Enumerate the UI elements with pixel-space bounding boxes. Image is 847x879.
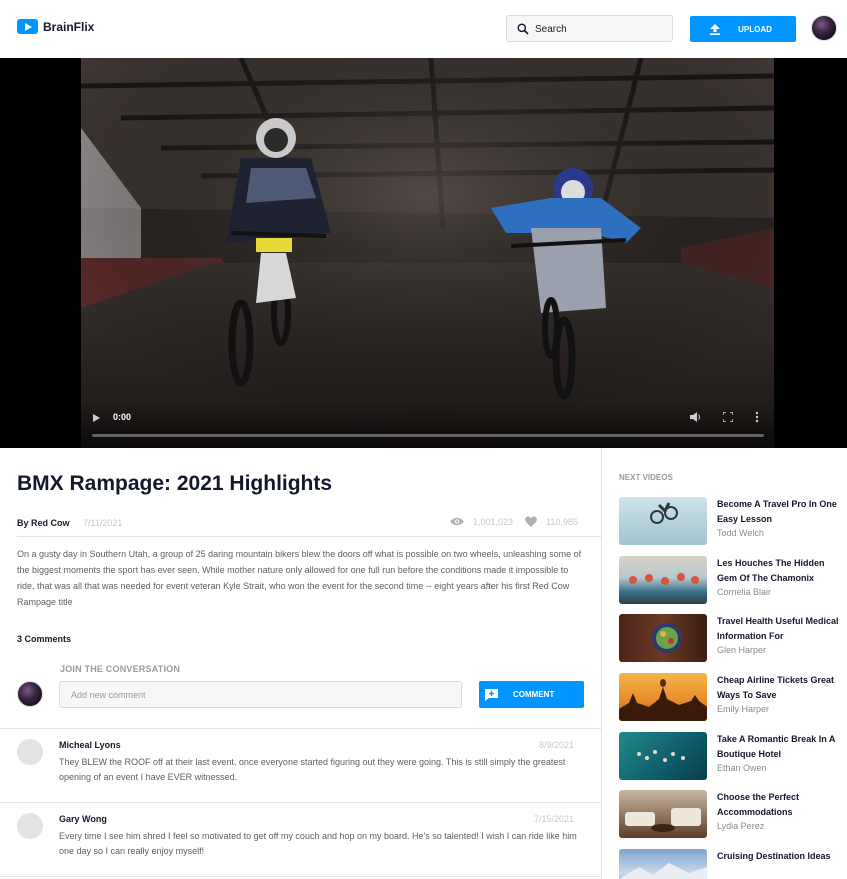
next-video-author: Ethan Owen: [717, 763, 767, 773]
add-comment-icon: [485, 688, 498, 701]
next-video-item[interactable]: Choose the Perfect Accommodations Lydia …: [619, 790, 847, 838]
logo-text: BrainFlix: [43, 19, 95, 34]
next-video-item[interactable]: Les Houches The Hidden Gem Of The Chamon…: [619, 556, 847, 604]
next-video-title: Cheap Airline Tickets Great Ways To Save: [717, 675, 835, 700]
next-videos-heading: NEXT VIDEOS: [619, 473, 673, 482]
commenter-name: Gary Wong: [59, 814, 107, 824]
next-video-title: Les Houches The Hidden Gem Of The Chamon…: [717, 558, 825, 583]
comment-text: Every time I see him shred I feel so mot…: [59, 831, 577, 856]
upload-icon: [710, 23, 721, 35]
comment-text: They BLEW the ROOF off at their last eve…: [59, 757, 566, 782]
video-thumbnail[interactable]: [619, 790, 707, 838]
upload-label: UPLOAD: [738, 24, 772, 34]
next-video-author: Cornelia Blair: [717, 587, 772, 597]
more-options-icon[interactable]: [755, 411, 759, 423]
play-icon[interactable]: [93, 414, 100, 422]
video-player[interactable]: 0:00: [81, 58, 774, 448]
comment-item: Gary Wong 7/15/2021 Every time I see him…: [0, 803, 601, 875]
next-video-item[interactable]: Take A Romantic Break In A Boutique Hote…: [619, 732, 847, 780]
brainflix-logo[interactable]: BrainFlix: [17, 19, 94, 34]
commenter-name: Micheal Lyons: [59, 740, 121, 750]
volume-icon[interactable]: [690, 411, 702, 423]
video-thumbnail[interactable]: [619, 556, 707, 604]
user-avatar[interactable]: [811, 15, 837, 41]
likes-count: 110,985: [546, 516, 578, 527]
commenter-avatar: [17, 739, 43, 765]
divider: [17, 536, 601, 537]
scrubber-bar[interactable]: [92, 434, 764, 437]
comments-count: 3 Comments: [17, 634, 72, 644]
next-video-title: Cruising Destination Ideas: [717, 851, 831, 861]
video-title: BMX Rampage: 2021 Highlights: [17, 472, 333, 495]
views-count: 1,001,023: [473, 516, 514, 527]
next-video-author: Todd Welch: [717, 528, 764, 538]
next-video-item[interactable]: Become A Travel Pro In One Easy Lesson T…: [619, 497, 847, 545]
divider: [0, 876, 601, 877]
video-thumbnail[interactable]: [619, 497, 707, 545]
video-thumbnail[interactable]: [619, 849, 707, 879]
video-thumbnail[interactable]: [619, 732, 707, 780]
next-video-title: Travel Health Useful Medical Information…: [717, 616, 839, 641]
video-description: On a gusty day in Southern Utah, a group…: [17, 549, 582, 607]
video-byline: By Red Cow: [17, 518, 70, 528]
search-input[interactable]: [535, 21, 665, 37]
views-icon: [450, 517, 464, 526]
next-video-title: Become A Travel Pro In One Easy Lesson: [717, 499, 837, 524]
video-poster-image: [81, 58, 774, 448]
comment-date: 7/15/2021: [533, 814, 574, 824]
upload-button[interactable]: UPLOAD: [690, 16, 796, 42]
video-thumbnail[interactable]: [619, 673, 707, 721]
next-video-title: Take A Romantic Break In A Boutique Hote…: [717, 734, 836, 759]
next-video-item[interactable]: Cruising Destination Ideas: [619, 849, 847, 879]
next-video-item[interactable]: Cheap Airline Tickets Great Ways To Save…: [619, 673, 847, 721]
player-controls: 0:00: [81, 402, 774, 448]
next-videos-sidebar: NEXT VIDEOS Become A Travel Pro In One E…: [601, 448, 847, 879]
comment-input[interactable]: [59, 681, 462, 708]
join-conversation-label: JOIN THE CONVERSATION: [60, 664, 181, 674]
search-box[interactable]: [506, 15, 673, 42]
play-logo-icon: [17, 19, 38, 34]
next-video-title: Choose the Perfect Accommodations: [717, 792, 800, 817]
next-video-author: Glen Harper: [717, 645, 767, 655]
comment-date: 8/9/2021: [538, 740, 574, 750]
next-video-item[interactable]: Travel Health Useful Medical Information…: [619, 614, 847, 662]
comment-button-label: COMMENT: [513, 690, 555, 699]
video-thumbnail[interactable]: [619, 614, 707, 662]
video-stats: 1,001,023 110,985: [450, 516, 590, 527]
header: BrainFlix UPLOAD: [0, 0, 847, 58]
current-time: 0:00: [113, 412, 132, 422]
next-video-author: Emily Harper: [717, 704, 770, 714]
comment-item: Micheal Lyons 8/9/2021 They BLEW the ROO…: [0, 729, 601, 801]
main-content: BMX Rampage: 2021 Highlights By Red Cow …: [0, 448, 601, 879]
commenter-avatar: [17, 813, 43, 839]
comment-button[interactable]: COMMENT: [479, 681, 584, 708]
next-video-author: Lydia Perez: [717, 821, 765, 831]
likes-icon[interactable]: [525, 516, 537, 527]
current-user-avatar: [17, 681, 43, 707]
video-player-area: 0:00: [0, 58, 847, 448]
fullscreen-icon[interactable]: [723, 412, 733, 422]
search-icon: [517, 23, 529, 35]
video-date: 7/11/2021: [83, 518, 123, 528]
